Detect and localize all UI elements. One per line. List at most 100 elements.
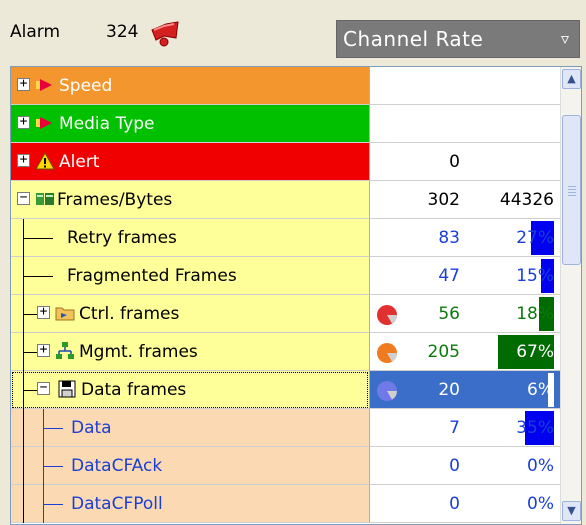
tree-row-data-frames[interactable]: − Data frames 20 6%	[11, 371, 560, 409]
percent-value: 0%	[527, 456, 554, 476]
tree-row-mgmt-frames[interactable]: + Mgmt. frames 205 67%	[11, 333, 560, 371]
row-label: Data	[71, 418, 112, 438]
grip-line	[568, 192, 576, 193]
name-cell: DataCFAck	[11, 447, 369, 485]
name-cell: − Frames/Bytes	[11, 181, 369, 219]
value-cell: 47 15%	[369, 257, 560, 295]
scroll-down-button[interactable]: ▼	[562, 501, 581, 521]
scroll-thumb[interactable]	[562, 115, 581, 265]
percent-value: 67%	[516, 342, 554, 362]
grip-line	[568, 186, 576, 187]
alarm-label: Alarm	[10, 22, 61, 42]
row-label: Fragmented Frames	[67, 266, 237, 286]
expand-toggle[interactable]: +	[17, 115, 30, 129]
tree-row-frames-bytes[interactable]: − Frames/Bytes 302 44326	[11, 181, 560, 219]
name-cell: + Mgmt. frames	[11, 333, 369, 371]
name-cell: + Speed	[11, 67, 369, 105]
channel-rate-dropdown[interactable]: Channel Rate ▿	[336, 20, 580, 58]
count-value: 0	[449, 494, 460, 514]
grip-line	[568, 195, 576, 196]
value-cell	[369, 105, 560, 143]
name-cell: − Data frames	[11, 371, 369, 409]
value-cell: 0 0%	[369, 447, 560, 485]
pie-chart-icon	[377, 343, 397, 363]
tree-line	[43, 466, 63, 467]
tree-line	[23, 314, 37, 315]
expand-toggle[interactable]: +	[37, 343, 50, 357]
vertical-scrollbar[interactable]: ▲ ▼	[560, 67, 581, 524]
tree-row-retry-frames[interactable]: Retry frames 83 27%	[11, 219, 560, 257]
floppy-disk-icon	[58, 380, 76, 398]
tree-line	[23, 276, 53, 277]
grip-line	[568, 189, 576, 190]
percent-value: 6%	[527, 380, 554, 400]
percent-value: 27%	[516, 228, 554, 248]
statistics-panel: Alarm 324 Channel Rate ▿ + Speed + Media…	[0, 0, 586, 525]
tree-row-alert[interactable]: + Alert 0	[11, 143, 560, 181]
tree-row-datacfack[interactable]: DataCFAck 0 0%	[11, 447, 560, 485]
tree-row-datacfpoll[interactable]: DataCFPoll 0 0%	[11, 485, 560, 523]
row-label: Data frames	[81, 380, 187, 400]
tree-line	[43, 428, 63, 429]
count-value: 7	[449, 418, 460, 438]
percent-value: 35%	[516, 418, 554, 438]
value-cell: 83 27%	[369, 219, 560, 257]
red-horn-icon[interactable]	[148, 18, 184, 48]
name-cell: Data	[11, 409, 369, 447]
expand-toggle[interactable]: +	[17, 153, 30, 167]
tree-row-fragmented-frames[interactable]: Fragmented Frames 47 15%	[11, 257, 560, 295]
bytes-value: 44326	[499, 190, 554, 210]
scroll-up-button[interactable]: ▲	[562, 69, 581, 89]
count-value: 0	[449, 456, 460, 476]
tree-line	[23, 390, 37, 391]
count-value: 0	[449, 152, 460, 172]
statistics-tree-grid: + Speed + Media Type + Alert 0 − Frames/…	[10, 66, 582, 525]
media-arrow-icon	[36, 117, 52, 129]
row-label: Media Type	[59, 114, 155, 134]
count-value: 205	[427, 342, 460, 362]
value-cell: 0	[369, 143, 560, 181]
expand-toggle[interactable]: +	[17, 77, 30, 91]
expand-toggle[interactable]: +	[37, 305, 50, 319]
count-value: 302	[427, 190, 460, 210]
value-cell-selected: 20 6%	[369, 371, 560, 409]
row-label: Speed	[59, 76, 113, 96]
tree-row-ctrl-frames[interactable]: + Ctrl. frames 56 18%	[11, 295, 560, 333]
chevron-down-icon: ▿	[560, 29, 569, 48]
percent-value: 15%	[516, 266, 554, 286]
value-cell: 0 0%	[369, 485, 560, 523]
row-label: Retry frames	[67, 228, 177, 248]
tree-row-media-type[interactable]: + Media Type	[11, 105, 560, 143]
name-cell: + Ctrl. frames	[11, 295, 369, 333]
count-value: 20	[438, 380, 460, 400]
pie-chart-icon	[377, 381, 397, 401]
value-cell: 302 44326	[369, 181, 560, 219]
value-cell	[369, 67, 560, 105]
tree-line	[23, 409, 24, 447]
row-label: Frames/Bytes	[57, 190, 173, 210]
row-label: DataCFPoll	[71, 494, 163, 514]
network-icon	[56, 342, 74, 359]
collapse-toggle[interactable]: −	[37, 381, 50, 395]
percent-value: 0%	[527, 494, 554, 514]
value-cell: 56 18%	[369, 295, 560, 333]
name-cell: DataCFPoll	[11, 485, 369, 523]
value-cell: 205 67%	[369, 333, 560, 371]
tree-row-speed[interactable]: + Speed	[11, 67, 560, 105]
tree-line	[23, 447, 24, 485]
panel-header: Alarm 324 Channel Rate ▿	[0, 0, 586, 62]
tree-line	[23, 352, 37, 353]
count-value: 83	[438, 228, 460, 248]
pie-chart-icon	[377, 305, 397, 325]
value-cell: 7 35%	[369, 409, 560, 447]
tree-row-data[interactable]: Data 7 35%	[11, 409, 560, 447]
collapse-toggle[interactable]: −	[17, 191, 30, 205]
row-label: DataCFAck	[71, 456, 163, 476]
folder-icon	[55, 307, 75, 321]
name-cell: Retry frames	[11, 219, 369, 257]
speed-arrow-icon	[36, 79, 52, 91]
warning-icon	[35, 151, 55, 170]
row-label: Ctrl. frames	[79, 304, 180, 324]
name-cell: + Media Type	[11, 105, 369, 143]
name-cell: Fragmented Frames	[11, 257, 369, 295]
